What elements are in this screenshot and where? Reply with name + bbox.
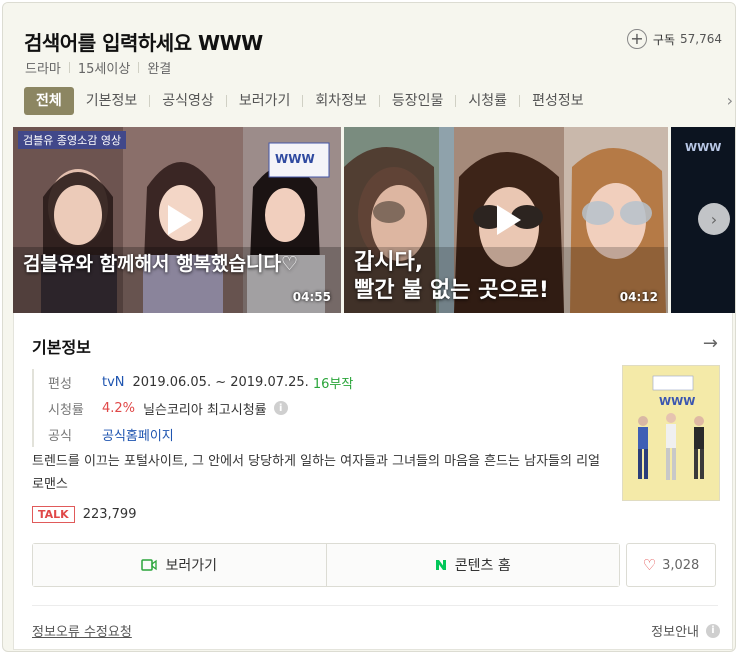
tab-ratings[interactable]: 시청률 [456, 87, 519, 115]
tab-characters[interactable]: 등장인물 [380, 87, 456, 115]
plus-icon: + [626, 29, 647, 49]
row-label: 공식 [48, 428, 72, 444]
play-icon [497, 205, 521, 235]
arrow-right-icon[interactable]: → [703, 333, 718, 354]
tab-schedule[interactable]: 편성정보 [520, 87, 596, 115]
meta-divider [138, 62, 140, 73]
drama-meta: 드라마 15세이상 완결 [25, 58, 171, 77]
talk-row[interactable]: TALK 223,799 [32, 506, 136, 523]
section-title[interactable]: 기본정보 [32, 334, 91, 358]
info-icon[interactable]: i [273, 401, 288, 415]
watch-button-label: 보러가기 [165, 558, 218, 574]
poster-logo: WWW [659, 395, 696, 408]
naver-icon [435, 559, 447, 571]
like-count: 3,028 [662, 557, 700, 573]
rating-source: 닐슨코리아 [143, 402, 203, 418]
info-icon: i [706, 623, 720, 638]
meta-genre: 드라마 [25, 62, 61, 77]
drama-description: 트렌드를 이끄는 포털사이트, 그 안에서 당당하게 일하는 여자들과 그녀들의… [32, 454, 601, 492]
www-logo: WWW [685, 141, 722, 154]
video-camera-icon [141, 558, 158, 572]
chevron-right-icon: › [710, 209, 718, 229]
tab-episodes[interactable]: 회차정보 [303, 87, 379, 115]
drama-info-card: 검색어를 입력하세요 WWW 드라마 15세이상 완결 + 구독 57,764 … [2, 2, 736, 652]
info-row-rating: 시청률 4.2% 닐슨코리아 최고시청률 i [48, 395, 353, 421]
drama-poster[interactable]: WWW [622, 365, 720, 501]
video-thumbnail-1[interactable]: 검블유 종영소감 영상 WWW 검블유와 함께해서 행복했습니다♡ 04:55 [13, 127, 341, 313]
rating-note: 최고시청률 [206, 402, 267, 418]
video-duration: 04:12 [619, 290, 658, 304]
info-row-official: 공식 공식홈페이지 [48, 421, 353, 447]
chevron-right-icon[interactable]: › [727, 91, 733, 110]
report-error-link[interactable]: 정보오류 수정요청 [32, 621, 132, 640]
drama-title[interactable]: 검색어를 입력하세요 WWW [24, 27, 263, 56]
www-logo: WWW [275, 152, 315, 166]
talk-badge[interactable]: TALK [32, 506, 75, 523]
tab-official-video[interactable]: 공식영상 [150, 87, 226, 115]
air-dates: 2019.06.05. ~ 2019.07.25. [132, 374, 309, 390]
tab-all[interactable]: 전체 [24, 87, 74, 115]
tab-bar: 전체 기본정보 공식영상 보러가기 회차정보 등장인물 시청률 편성정보 [24, 87, 596, 115]
info-guide-label: 정보안내 [651, 625, 699, 640]
video-duration: 04:55 [292, 290, 331, 304]
video-caption-line-2: 빨간 불 없는 곳으로! [354, 278, 549, 303]
subscribe-count: 57,764 [680, 32, 722, 46]
video-tag: 검블유 종영소감 영상 [18, 131, 127, 149]
meta-divider [68, 62, 70, 73]
play-icon [168, 205, 192, 235]
basic-info-section: 기본정보 → 편성 tvN 2019.06.05. ~ 2019.07.25. … [13, 313, 733, 650]
rating-value: 4.2% [102, 400, 136, 416]
content-home-button[interactable]: 콘텐츠 홈 [325, 544, 619, 586]
carousel-next-button[interactable]: › [698, 203, 730, 235]
tab-basic-info[interactable]: 기본정보 [74, 87, 150, 115]
row-label: 편성 [48, 376, 72, 392]
info-rows: 편성 tvN 2019.06.05. ~ 2019.07.25. 16부작 시청… [32, 369, 353, 447]
content-home-label: 콘텐츠 홈 [454, 558, 511, 574]
meta-status: 완결 [147, 62, 172, 77]
subscribe-button[interactable]: + 구독 57,764 [626, 29, 722, 49]
talk-count: 223,799 [82, 507, 137, 522]
info-guide[interactable]: 정보안내 i [651, 621, 720, 640]
meta-age-rating: 15세이상 [77, 62, 131, 77]
video-thumbnail-2[interactable]: 갑시다, 빨간 불 없는 곳으로! 04:12 [344, 127, 668, 313]
info-row-schedule: 편성 tvN 2019.06.05. ~ 2019.07.25. 16부작 [48, 369, 353, 395]
channel-link[interactable]: tvN [102, 375, 125, 390]
video-carousel: 검블유 종영소감 영상 WWW 검블유와 함께해서 행복했습니다♡ 04:55 [13, 127, 735, 313]
action-buttons: 보러가기 콘텐츠 홈 [32, 543, 620, 587]
official-homepage-link[interactable]: 공식홈페이지 [102, 425, 174, 444]
video-caption: 검블유와 함께해서 행복했습니다♡ [23, 253, 298, 275]
like-button[interactable]: ♡ 3,028 [626, 543, 716, 587]
divider [32, 605, 718, 606]
poster-image [623, 366, 719, 500]
watch-button[interactable]: 보러가기 [33, 544, 326, 586]
subscribe-label: 구독 [652, 32, 675, 47]
episode-count: 16부작 [312, 376, 354, 392]
heart-icon: ♡ [642, 556, 657, 574]
card-header: 검색어를 입력하세요 WWW 드라마 15세이상 완결 + 구독 57,764 … [3, 3, 735, 125]
video-caption-line-1: 갑시다, [354, 250, 424, 275]
video-thumbnail-3[interactable]: WWW › [671, 127, 735, 313]
row-label: 시청률 [48, 402, 84, 418]
tab-watch[interactable]: 보러가기 [227, 87, 303, 115]
